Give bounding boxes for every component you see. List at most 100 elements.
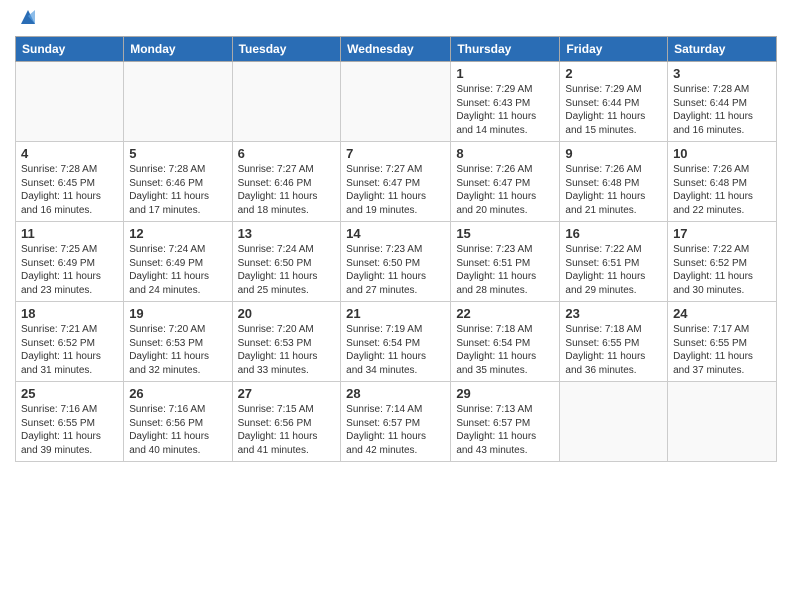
logo <box>15 10 39 28</box>
calendar-day-cell <box>16 62 124 142</box>
day-info: Sunrise: 7:14 AM Sunset: 6:57 PM Dayligh… <box>346 403 445 457</box>
calendar-week-row: 4 Sunrise: 7:28 AM Sunset: 6:45 PM Daylig… <box>16 142 777 222</box>
day-info: Sunrise: 7:29 AM Sunset: 6:44 PM Dayligh… <box>565 83 662 137</box>
calendar: SundayMondayTuesdayWednesdayThursdayFrid… <box>15 36 777 462</box>
calendar-day-cell: 29 Sunrise: 7:13 AM Sunset: 6:57 PM Dayli… <box>451 382 560 462</box>
calendar-header-cell: Thursday <box>451 37 560 62</box>
day-number: 21 <box>346 306 445 321</box>
day-info: Sunrise: 7:15 AM Sunset: 6:56 PM Dayligh… <box>238 403 336 457</box>
calendar-day-cell: 6 Sunrise: 7:27 AM Sunset: 6:46 PM Daylig… <box>232 142 341 222</box>
day-number: 2 <box>565 66 662 81</box>
day-number: 9 <box>565 146 662 161</box>
day-number: 15 <box>456 226 554 241</box>
day-info: Sunrise: 7:21 AM Sunset: 6:52 PM Dayligh… <box>21 323 118 377</box>
day-number: 14 <box>346 226 445 241</box>
header <box>15 10 777 28</box>
day-info: Sunrise: 7:27 AM Sunset: 6:47 PM Dayligh… <box>346 163 445 217</box>
day-info: Sunrise: 7:28 AM Sunset: 6:45 PM Dayligh… <box>21 163 118 217</box>
calendar-day-cell <box>668 382 777 462</box>
calendar-header-cell: Wednesday <box>341 37 451 62</box>
calendar-header-cell: Sunday <box>16 37 124 62</box>
day-info: Sunrise: 7:16 AM Sunset: 6:56 PM Dayligh… <box>129 403 226 457</box>
day-info: Sunrise: 7:27 AM Sunset: 6:46 PM Dayligh… <box>238 163 336 217</box>
day-number: 24 <box>673 306 771 321</box>
day-number: 8 <box>456 146 554 161</box>
day-number: 20 <box>238 306 336 321</box>
calendar-day-cell: 13 Sunrise: 7:24 AM Sunset: 6:50 PM Dayli… <box>232 222 341 302</box>
day-info: Sunrise: 7:26 AM Sunset: 6:48 PM Dayligh… <box>565 163 662 217</box>
day-number: 18 <box>21 306 118 321</box>
day-info: Sunrise: 7:22 AM Sunset: 6:52 PM Dayligh… <box>673 243 771 297</box>
calendar-week-row: 18 Sunrise: 7:21 AM Sunset: 6:52 PM Dayli… <box>16 302 777 382</box>
day-number: 23 <box>565 306 662 321</box>
day-number: 6 <box>238 146 336 161</box>
calendar-day-cell <box>124 62 232 142</box>
calendar-day-cell: 20 Sunrise: 7:20 AM Sunset: 6:53 PM Dayli… <box>232 302 341 382</box>
day-info: Sunrise: 7:23 AM Sunset: 6:51 PM Dayligh… <box>456 243 554 297</box>
logo-text <box>15 10 39 28</box>
calendar-header-cell: Tuesday <box>232 37 341 62</box>
calendar-day-cell: 4 Sunrise: 7:28 AM Sunset: 6:45 PM Daylig… <box>16 142 124 222</box>
calendar-day-cell: 27 Sunrise: 7:15 AM Sunset: 6:56 PM Dayli… <box>232 382 341 462</box>
calendar-day-cell: 16Sunrise: 7:22 AM Sunset: 6:51 PM Dayli… <box>560 222 668 302</box>
day-info: Sunrise: 7:18 AM Sunset: 6:55 PM Dayligh… <box>565 323 662 377</box>
day-number: 12 <box>129 226 226 241</box>
calendar-day-cell: 2 Sunrise: 7:29 AM Sunset: 6:44 PM Daylig… <box>560 62 668 142</box>
day-info: Sunrise: 7:18 AM Sunset: 6:54 PM Dayligh… <box>456 323 554 377</box>
calendar-week-row: 25 Sunrise: 7:16 AM Sunset: 6:55 PM Dayli… <box>16 382 777 462</box>
calendar-day-cell: 26 Sunrise: 7:16 AM Sunset: 6:56 PM Dayli… <box>124 382 232 462</box>
day-number: 1 <box>456 66 554 81</box>
day-number: 17 <box>673 226 771 241</box>
calendar-day-cell: 8 Sunrise: 7:26 AM Sunset: 6:47 PM Daylig… <box>451 142 560 222</box>
calendar-header-cell: Friday <box>560 37 668 62</box>
day-info: Sunrise: 7:25 AM Sunset: 6:49 PM Dayligh… <box>21 243 118 297</box>
calendar-week-row: 11 Sunrise: 7:25 AM Sunset: 6:49 PM Dayli… <box>16 222 777 302</box>
day-info: Sunrise: 7:23 AM Sunset: 6:50 PM Dayligh… <box>346 243 445 297</box>
day-info: Sunrise: 7:28 AM Sunset: 6:44 PM Dayligh… <box>673 83 771 137</box>
logo-icon <box>17 6 39 28</box>
calendar-day-cell: 25 Sunrise: 7:16 AM Sunset: 6:55 PM Dayli… <box>16 382 124 462</box>
day-info: Sunrise: 7:24 AM Sunset: 6:50 PM Dayligh… <box>238 243 336 297</box>
day-number: 22 <box>456 306 554 321</box>
day-number: 11 <box>21 226 118 241</box>
calendar-day-cell: 10 Sunrise: 7:26 AM Sunset: 6:48 PM Dayli… <box>668 142 777 222</box>
calendar-day-cell: 14 Sunrise: 7:23 AM Sunset: 6:50 PM Dayli… <box>341 222 451 302</box>
calendar-day-cell: 3 Sunrise: 7:28 AM Sunset: 6:44 PM Daylig… <box>668 62 777 142</box>
day-info: Sunrise: 7:24 AM Sunset: 6:49 PM Dayligh… <box>129 243 226 297</box>
day-info: Sunrise: 7:20 AM Sunset: 6:53 PM Dayligh… <box>129 323 226 377</box>
day-number: 27 <box>238 386 336 401</box>
day-info: Sunrise: 7:20 AM Sunset: 6:53 PM Dayligh… <box>238 323 336 377</box>
day-info: Sunrise: 7:26 AM Sunset: 6:48 PM Dayligh… <box>673 163 771 217</box>
page: SundayMondayTuesdayWednesdayThursdayFrid… <box>0 0 792 612</box>
day-info: Sunrise: 7:17 AM Sunset: 6:55 PM Dayligh… <box>673 323 771 377</box>
calendar-day-cell: 11 Sunrise: 7:25 AM Sunset: 6:49 PM Dayli… <box>16 222 124 302</box>
day-number: 16 <box>565 226 662 241</box>
calendar-day-cell: 12 Sunrise: 7:24 AM Sunset: 6:49 PM Dayli… <box>124 222 232 302</box>
calendar-day-cell: 17 Sunrise: 7:22 AM Sunset: 6:52 PM Dayli… <box>668 222 777 302</box>
calendar-day-cell: 7 Sunrise: 7:27 AM Sunset: 6:47 PM Daylig… <box>341 142 451 222</box>
day-number: 10 <box>673 146 771 161</box>
calendar-body: 1Sunrise: 7:29 AM Sunset: 6:43 PM Daylig… <box>16 62 777 462</box>
day-number: 28 <box>346 386 445 401</box>
calendar-week-row: 1Sunrise: 7:29 AM Sunset: 6:43 PM Daylig… <box>16 62 777 142</box>
day-number: 25 <box>21 386 118 401</box>
day-number: 3 <box>673 66 771 81</box>
day-number: 5 <box>129 146 226 161</box>
day-info: Sunrise: 7:28 AM Sunset: 6:46 PM Dayligh… <box>129 163 226 217</box>
day-number: 7 <box>346 146 445 161</box>
calendar-header-row: SundayMondayTuesdayWednesdayThursdayFrid… <box>16 37 777 62</box>
calendar-day-cell: 1Sunrise: 7:29 AM Sunset: 6:43 PM Daylig… <box>451 62 560 142</box>
calendar-day-cell: 9 Sunrise: 7:26 AM Sunset: 6:48 PM Daylig… <box>560 142 668 222</box>
day-number: 29 <box>456 386 554 401</box>
calendar-day-cell: 19 Sunrise: 7:20 AM Sunset: 6:53 PM Dayli… <box>124 302 232 382</box>
calendar-day-cell: 22 Sunrise: 7:18 AM Sunset: 6:54 PM Dayli… <box>451 302 560 382</box>
day-number: 13 <box>238 226 336 241</box>
day-info: Sunrise: 7:16 AM Sunset: 6:55 PM Dayligh… <box>21 403 118 457</box>
day-number: 26 <box>129 386 226 401</box>
day-number: 4 <box>21 146 118 161</box>
day-info: Sunrise: 7:26 AM Sunset: 6:47 PM Dayligh… <box>456 163 554 217</box>
calendar-day-cell: 5 Sunrise: 7:28 AM Sunset: 6:46 PM Daylig… <box>124 142 232 222</box>
day-number: 19 <box>129 306 226 321</box>
calendar-header-cell: Saturday <box>668 37 777 62</box>
day-info: Sunrise: 7:13 AM Sunset: 6:57 PM Dayligh… <box>456 403 554 457</box>
